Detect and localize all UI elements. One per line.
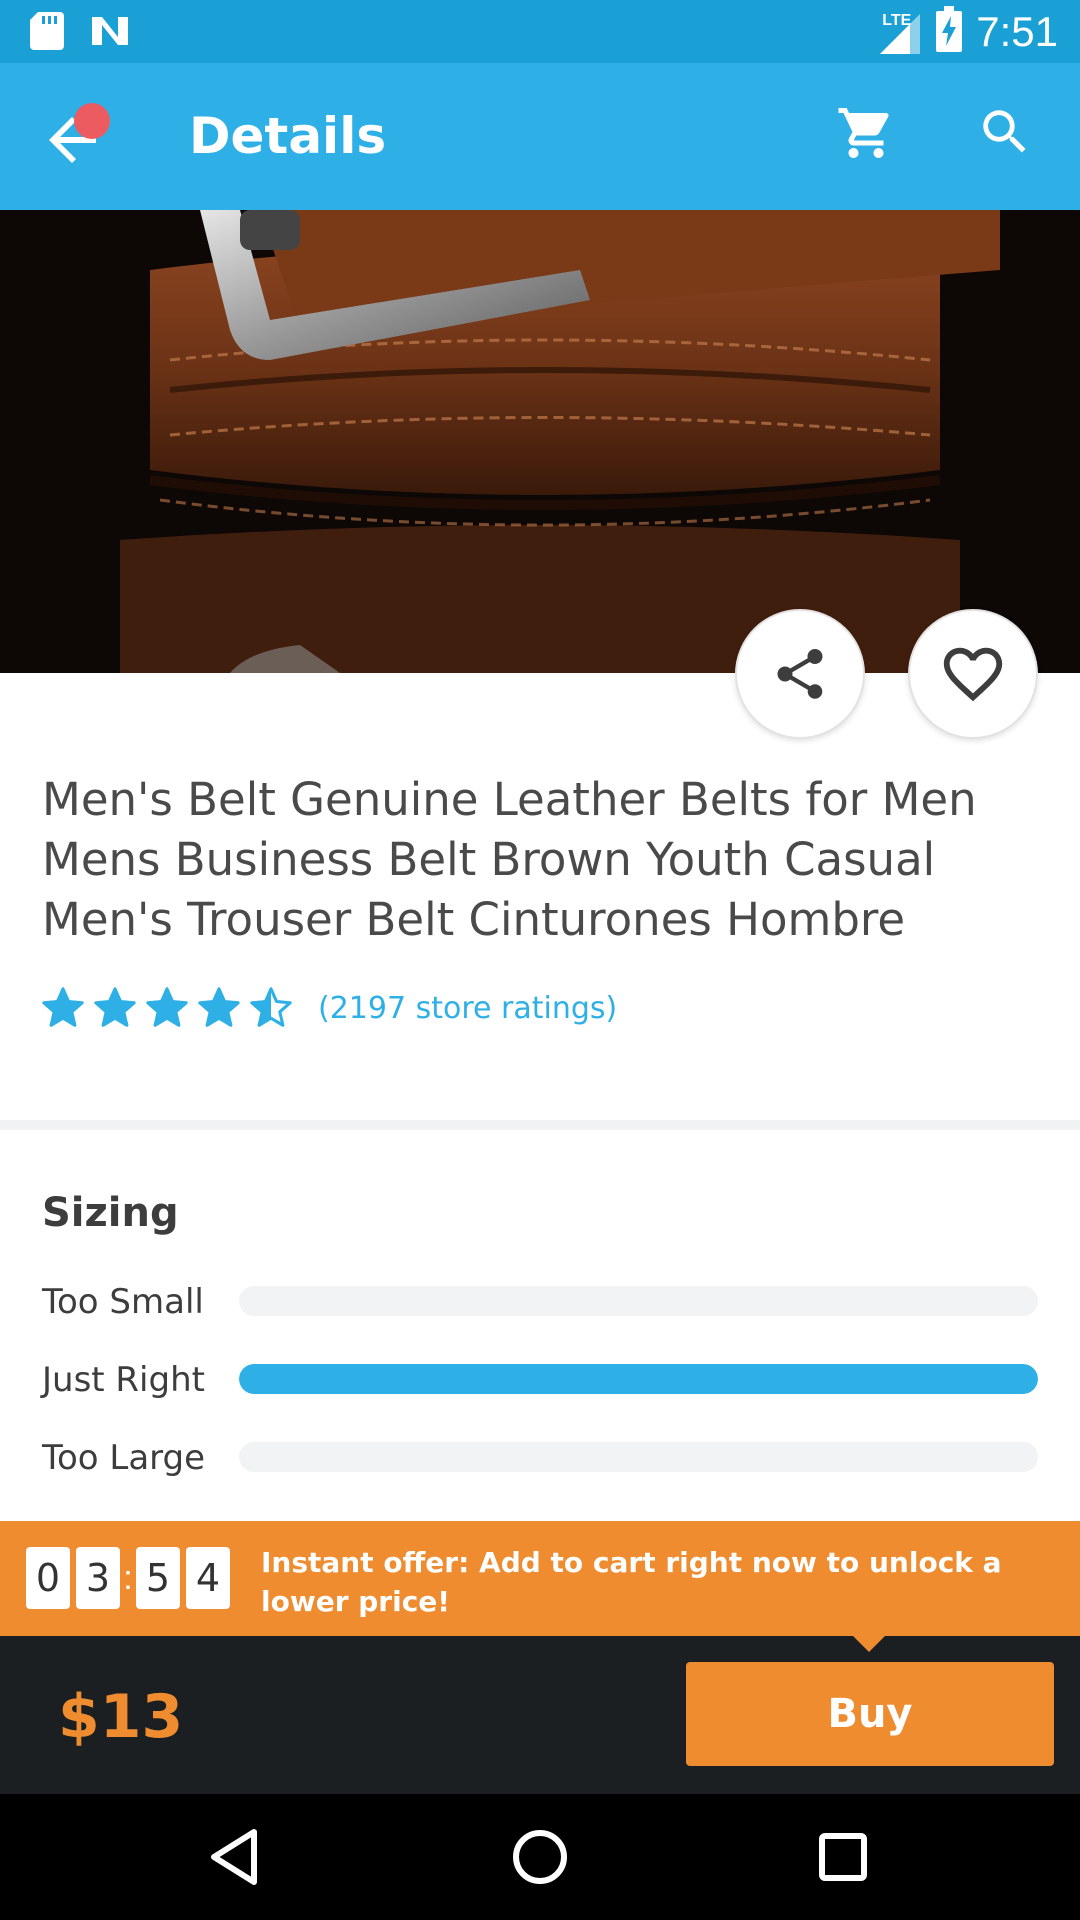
star-half-icon — [250, 987, 292, 1027]
nav-back-button[interactable] — [204, 1824, 270, 1890]
size-label: Just Right — [42, 1360, 205, 1400]
nav-recents-button[interactable] — [810, 1824, 876, 1890]
star-full-icon — [146, 987, 188, 1027]
countdown-timer: 0 3 : 5 4 — [26, 1547, 230, 1609]
size-bar-track — [239, 1364, 1038, 1394]
star-full-icon — [198, 987, 240, 1027]
status-left-icons — [30, 12, 130, 55]
signal-icon: LTE — [876, 8, 922, 56]
n-notification-icon — [90, 13, 130, 54]
favorite-button[interactable] — [908, 609, 1038, 739]
offer-text: Instant offer: Add to cart right now to … — [261, 1546, 1002, 1618]
system-nav-bar — [0, 1794, 1080, 1920]
star-full-icon — [42, 987, 84, 1027]
sizing-title: Sizing — [42, 1190, 179, 1236]
timer-digit: 5 — [136, 1547, 180, 1609]
buy-bar: $13 Buy — [0, 1636, 1080, 1794]
sd-card-icon — [30, 12, 64, 55]
buy-button[interactable]: Buy — [686, 1662, 1054, 1766]
status-bar: LTE 7:51 — [0, 0, 1080, 63]
rating-row[interactable]: (2197 store ratings) — [40, 985, 617, 1031]
size-row-too-large: Too Large — [42, 1438, 1038, 1478]
size-label: Too Large — [42, 1438, 206, 1478]
size-row-too-small: Too Small — [42, 1282, 1038, 1322]
network-label: LTE — [882, 11, 912, 29]
timer-digit: 0 — [26, 1547, 70, 1609]
size-bar-fill — [239, 1364, 1038, 1394]
instant-offer-banner[interactable]: 0 3 : 5 4 Instant offer: Add to cart rig… — [0, 1521, 1080, 1636]
battery-charging-icon — [936, 6, 963, 57]
star-full-icon — [94, 987, 136, 1027]
cart-icon — [838, 108, 889, 158]
size-bar-track — [239, 1442, 1038, 1472]
timer-digit: 4 — [186, 1547, 230, 1609]
nav-home-button[interactable] — [507, 1824, 573, 1890]
price: $13 — [58, 1682, 184, 1752]
section-divider — [0, 1120, 1080, 1130]
cart-button[interactable] — [836, 103, 902, 169]
back-triangle-icon — [211, 1829, 257, 1885]
page-title: Details — [189, 107, 387, 165]
recents-square-icon — [819, 1833, 867, 1881]
size-row-just-right: Just Right — [42, 1360, 1038, 1400]
product-title: Men's Belt Genuine Leather Belts for Men… — [42, 773, 977, 946]
star-rating — [40, 985, 294, 1031]
store-ratings-link[interactable]: (2197 store ratings) — [318, 991, 617, 1026]
offer-pointer — [853, 1636, 885, 1652]
share-button[interactable] — [735, 609, 865, 739]
status-right-icons: LTE 7:51 — [876, 6, 1058, 57]
belt-photo — [0, 210, 1080, 673]
home-circle-icon — [513, 1830, 567, 1884]
search-button[interactable] — [976, 103, 1042, 169]
timer-colon: : — [123, 1558, 133, 1597]
notification-dot — [74, 103, 110, 139]
product-image[interactable] — [0, 210, 1080, 673]
timer-digit: 3 — [76, 1547, 120, 1609]
app-bar: Details — [0, 63, 1080, 210]
clock: 7:51 — [976, 7, 1058, 55]
share-icon — [777, 649, 823, 699]
size-bar-track — [239, 1286, 1038, 1316]
search-icon — [983, 110, 1026, 153]
heart-outline-icon — [943, 647, 1003, 702]
size-label: Too Small — [42, 1282, 204, 1322]
